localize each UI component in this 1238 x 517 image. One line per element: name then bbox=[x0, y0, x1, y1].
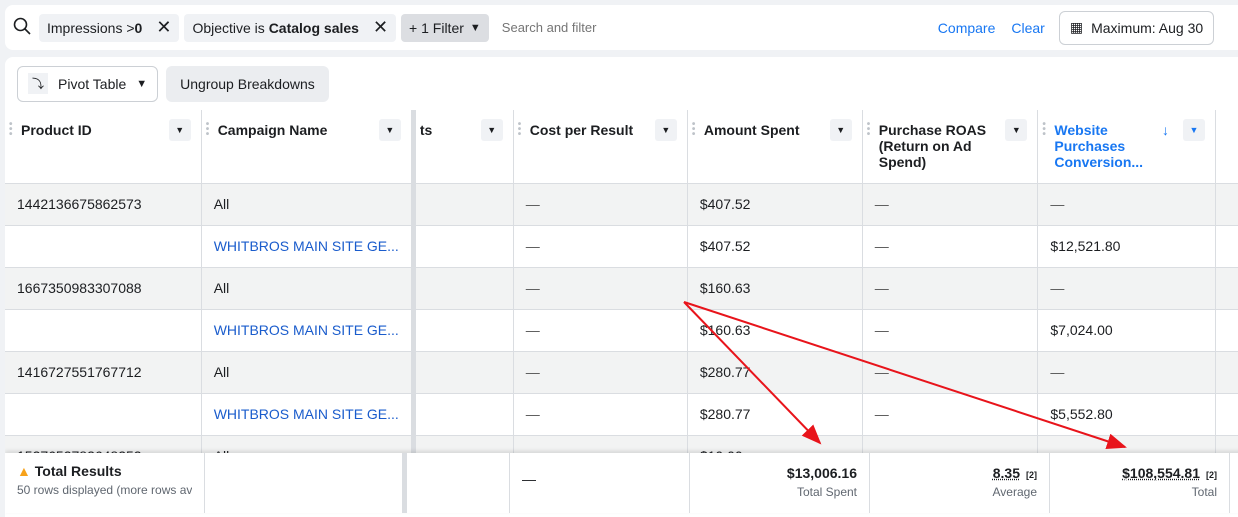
filter-chip-impressions[interactable]: Impressions > 0 ✕ bbox=[39, 13, 180, 42]
column-menu-button[interactable]: ▼ bbox=[1005, 119, 1028, 141]
search-input[interactable] bbox=[501, 20, 922, 35]
table-row: WHITBROS MAIN SITE GE... — $160.63— $7,024.… bbox=[5, 309, 1238, 352]
column-menu-button[interactable]: ▼ bbox=[829, 119, 852, 141]
search-icon bbox=[13, 17, 31, 38]
filter-chip-objective[interactable]: Objective is Catalog sales ✕ bbox=[184, 13, 397, 42]
cell-results bbox=[413, 351, 514, 394]
column-header-purchase-roas[interactable]: • • • Purchase ROAS (Return on Ad Spend) ▼ bbox=[862, 110, 1039, 184]
column-menu-button[interactable]: ▼ bbox=[1182, 119, 1205, 141]
column-header-website-purchases[interactable]: • • • Website Purchases Conversion... ↓ ▼ bbox=[1037, 110, 1216, 184]
drag-handle-icon[interactable]: • • • bbox=[518, 120, 522, 140]
cell-results bbox=[413, 267, 514, 310]
warning-icon: ▲ bbox=[17, 463, 31, 479]
table-row: WHITBROS MAIN SITE GE... — $407.52— $12,521… bbox=[5, 225, 1238, 268]
cell-campaign-name: All bbox=[201, 267, 416, 310]
cell-cost-per-result: — bbox=[513, 351, 688, 394]
caret-down-icon: ▼ bbox=[469, 21, 481, 34]
totals-row: ▲ Total Results 50 rows displayed (more … bbox=[5, 453, 1238, 513]
column-header-results[interactable]: ts ▼ bbox=[413, 110, 514, 184]
more-filters-button[interactable]: + 1 Filter ▼ bbox=[401, 13, 489, 42]
cell-cost-per-result: — bbox=[513, 267, 688, 310]
cell-purchase-roas: — bbox=[862, 267, 1039, 310]
cell-website-purchases: — bbox=[1037, 351, 1216, 394]
cell-website-purchases: $12,521.80 bbox=[1037, 225, 1216, 268]
cell-purchase-roas: — bbox=[862, 351, 1039, 394]
close-icon[interactable]: ✕ bbox=[373, 17, 388, 38]
cell-campaign-name: All bbox=[201, 183, 416, 226]
table-row: WHITBROS MAIN SITE GE... — $280.77— $5,552.… bbox=[5, 393, 1238, 436]
drag-handle-icon[interactable]: • • • bbox=[692, 120, 696, 140]
column-header-amount-spent[interactable]: • • • Amount Spent ▼ bbox=[687, 110, 863, 184]
cell-purchase-roas: — bbox=[862, 225, 1039, 268]
cell-product-id bbox=[5, 393, 202, 436]
calendar-icon: ▦ bbox=[1069, 19, 1084, 35]
cell-next bbox=[1215, 393, 1238, 436]
cell-results bbox=[413, 393, 514, 436]
cell-product-id: 1667350983307088 bbox=[5, 267, 202, 310]
cell-cost-per-result: — bbox=[513, 183, 688, 226]
cell-campaign-name[interactable]: WHITBROS MAIN SITE GE... bbox=[201, 309, 416, 352]
cell-amount-spent: $160.63 bbox=[687, 267, 863, 310]
cell-website-purchases: $5,552.80 bbox=[1037, 393, 1216, 436]
table-row: 1667350983307088 All — $160.63— — bbox=[5, 267, 1238, 310]
ungroup-breakdowns-button[interactable]: Ungroup Breakdowns bbox=[166, 65, 329, 102]
cell-product-id bbox=[5, 309, 202, 352]
cell-cost-per-result: — bbox=[513, 393, 688, 436]
cell-website-purchases: $7,024.00 bbox=[1037, 309, 1216, 352]
cell-results bbox=[413, 183, 514, 226]
column-header-campaign-name[interactable]: • • • Campaign Name ▼ bbox=[201, 110, 416, 184]
filter-bar: Impressions > 0 ✕ Objective is Catalog sa… bbox=[5, 5, 1238, 50]
cell-campaign-name: All bbox=[201, 351, 416, 394]
table-row: 1442136675862573 All — $407.52— — bbox=[5, 183, 1238, 226]
caret-down-icon: ▼ bbox=[136, 77, 148, 90]
cell-amount-spent: $280.77 bbox=[687, 393, 863, 436]
cell-next bbox=[1215, 267, 1238, 310]
drag-handle-icon[interactable]: • • • bbox=[867, 120, 871, 140]
pivot-icon: ⤵ bbox=[28, 73, 49, 94]
compare-link[interactable]: Compare bbox=[938, 20, 996, 36]
cell-product-id: 1416727551767712 bbox=[5, 351, 202, 394]
column-menu-button[interactable]: ▼ bbox=[378, 119, 401, 141]
table-row: 1416727551767712 All — $280.77— — bbox=[5, 351, 1238, 394]
pivot-table-button[interactable]: ⤵ Pivot Table ▼ bbox=[17, 65, 159, 102]
date-range-button[interactable]: ▦ Maximum: Aug 30 bbox=[1058, 10, 1215, 45]
cell-next bbox=[1215, 225, 1238, 268]
cell-website-purchases: — bbox=[1037, 267, 1216, 310]
cell-purchase-roas: — bbox=[862, 183, 1039, 226]
cell-cost-per-result: — bbox=[513, 309, 688, 352]
column-header-next bbox=[1215, 110, 1238, 184]
cell-website-purchases: — bbox=[1037, 183, 1216, 226]
cell-campaign-name[interactable]: WHITBROS MAIN SITE GE... bbox=[201, 225, 416, 268]
report-panel: ⤵ Pivot Table ▼ Ungroup Breakdowns • • • Prod… bbox=[5, 57, 1238, 517]
column-menu-button[interactable]: ▼ bbox=[480, 119, 503, 141]
cell-cost-per-result: — bbox=[513, 225, 688, 268]
drag-handle-icon[interactable]: • • • bbox=[1042, 120, 1046, 140]
cell-purchase-roas: — bbox=[862, 309, 1039, 352]
column-header-cost-per-result[interactable]: • • • Cost per Result ▼ bbox=[513, 110, 688, 184]
cell-product-id: 1442136675862573 bbox=[5, 183, 202, 226]
sort-desc-icon[interactable]: ↓ bbox=[1162, 122, 1169, 138]
cell-results bbox=[413, 225, 514, 268]
column-menu-button[interactable]: ▼ bbox=[654, 119, 677, 141]
column-menu-button[interactable]: ▼ bbox=[168, 119, 191, 141]
drag-handle-icon[interactable]: • • • bbox=[206, 120, 210, 140]
cell-next bbox=[1215, 351, 1238, 394]
column-header-product-id[interactable]: • • • Product ID ▼ bbox=[5, 110, 202, 184]
cell-amount-spent: $407.52 bbox=[687, 183, 863, 226]
results-table: • • • Product ID ▼ • • • Campaign Name ▼ ts ▼ • • • Cos… bbox=[5, 110, 1238, 478]
cell-purchase-roas: — bbox=[862, 393, 1039, 436]
drag-handle-icon[interactable]: • • • bbox=[9, 120, 13, 140]
cell-results bbox=[413, 309, 514, 352]
clear-link[interactable]: Clear bbox=[1011, 20, 1044, 36]
cell-campaign-name[interactable]: WHITBROS MAIN SITE GE... bbox=[201, 393, 416, 436]
close-icon[interactable]: ✕ bbox=[156, 17, 171, 38]
cell-amount-spent: $407.52 bbox=[687, 225, 863, 268]
cell-amount-spent: $280.77 bbox=[687, 351, 863, 394]
cell-amount-spent: $160.63 bbox=[687, 309, 863, 352]
cell-next bbox=[1215, 309, 1238, 352]
cell-next bbox=[1215, 183, 1238, 226]
cell-product-id bbox=[5, 225, 202, 268]
